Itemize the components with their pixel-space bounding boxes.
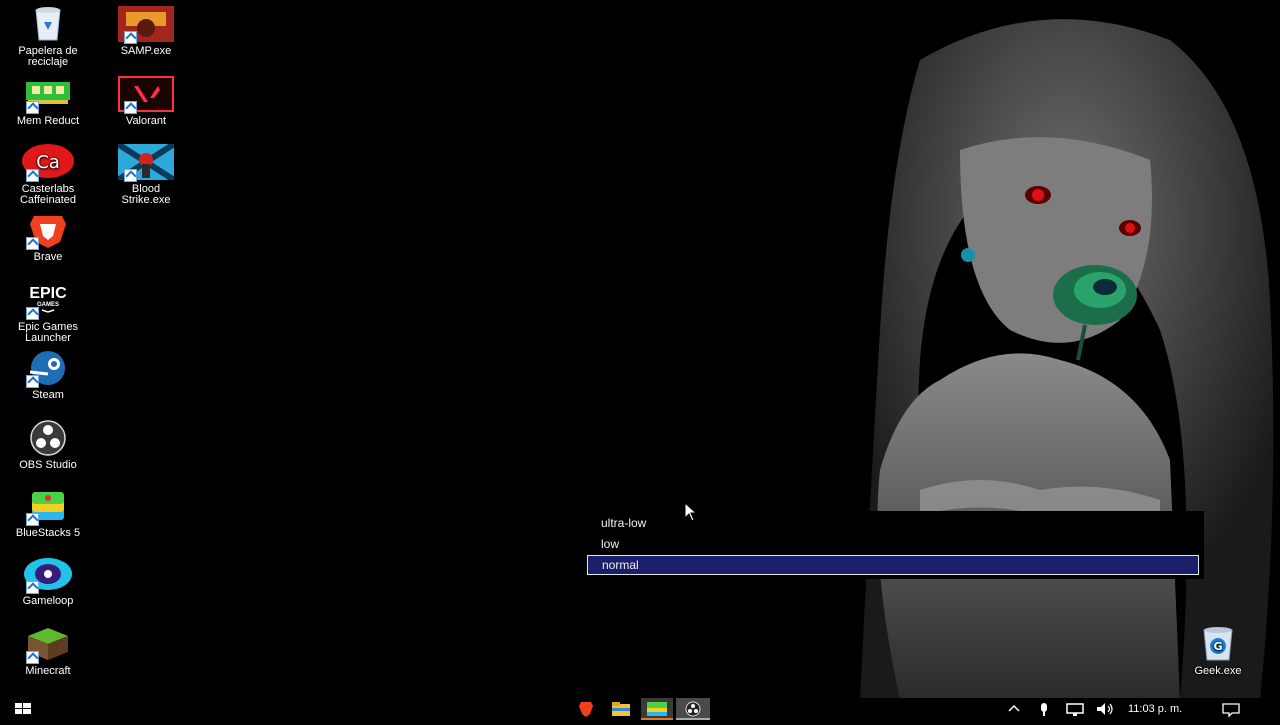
desktop-icon-recycle-bin[interactable]: Papelera de reciclaje <box>6 6 90 68</box>
shortcut-arrow-icon <box>26 307 39 320</box>
dropdown-option-low[interactable]: low <box>587 534 1199 554</box>
desktop-icon-mem-reduct[interactable]: Mem Reduct <box>6 76 90 127</box>
brave-icon <box>579 702 593 717</box>
desktop-icon-valorant[interactable]: Valorant <box>104 76 188 127</box>
desktop-icon-minecraft[interactable]: Minecraft <box>6 626 90 677</box>
desktop-wallpaper <box>0 0 1280 720</box>
svg-text:G: G <box>1213 640 1222 653</box>
icon-label: Gameloop <box>22 595 74 607</box>
tray-volume[interactable] <box>1094 698 1116 720</box>
icon-label: Minecraft <box>25 665 71 677</box>
icon-label: Geek.exe <box>1194 665 1242 677</box>
mem-reduct-icon <box>20 76 76 114</box>
dropdown-option-ultra-low[interactable]: ultra-low <box>587 513 1199 533</box>
minecraft-icon <box>20 626 76 664</box>
icon-label: Mem Reduct <box>16 115 80 127</box>
taskbar-clock[interactable]: 11:03 p. m. <box>1128 698 1182 720</box>
desktop-icon-obs[interactable]: OBS Studio <box>6 420 90 471</box>
recycle-bin-icon <box>20 6 76 42</box>
valorant-icon <box>118 76 174 114</box>
icon-label: BlueStacks 5 <box>15 527 81 539</box>
shortcut-arrow-icon <box>124 101 137 114</box>
bluestacks-icon <box>20 488 76 526</box>
icon-label: OBS Studio <box>19 459 77 471</box>
shortcut-arrow-icon <box>124 169 137 182</box>
chevron-up-icon <box>1008 704 1020 712</box>
windows-logo-icon <box>15 703 31 714</box>
shortcut-arrow-icon <box>26 651 39 664</box>
file-explorer-icon <box>612 702 630 716</box>
quality-dropdown-list[interactable]: ultra-low low normal <box>582 511 1204 579</box>
taskbar-obs[interactable] <box>676 698 710 720</box>
bluestacks-icon <box>641 702 673 720</box>
icon-label-line2: Caffeinated <box>19 194 77 206</box>
shortcut-arrow-icon <box>26 169 39 182</box>
blood-strike-icon <box>116 141 176 183</box>
desktop-icon-steam[interactable]: Steam <box>6 350 90 401</box>
gameloop-icon <box>20 556 76 594</box>
desktop-icon-samp[interactable]: SAMP.exe <box>104 6 188 57</box>
taskbar-file-explorer[interactable] <box>608 698 634 720</box>
obs-icon <box>20 420 76 456</box>
desktop-icon-geek[interactable]: G Geek.exe <box>1176 626 1260 677</box>
start-button[interactable] <box>10 698 36 720</box>
tray-network[interactable] <box>1064 698 1086 720</box>
icon-label: Steam <box>32 389 64 401</box>
desktop-icon-bluestacks[interactable]: BlueStacks 5 <box>6 488 90 539</box>
svg-text:Ca: Ca <box>36 152 60 173</box>
show-hidden-icons-button[interactable] <box>1006 698 1022 720</box>
taskbar-brave[interactable] <box>574 698 598 720</box>
speaker-icon <box>1097 703 1113 715</box>
tray-microphone[interactable] <box>1036 698 1052 720</box>
svg-text:GAMES: GAMES <box>37 302 59 308</box>
taskbar-bluestacks[interactable] <box>641 698 673 720</box>
shortcut-arrow-icon <box>124 31 137 44</box>
casterlabs-icon: Ca <box>20 144 76 182</box>
desktop-icon-epic-games[interactable]: EPIC GAMES Epic Games Launcher <box>6 282 90 344</box>
icon-label-line2: reciclaje <box>27 56 69 68</box>
icon-label-line2: Strike.exe <box>121 194 171 206</box>
mouse-cursor-icon <box>684 501 698 527</box>
icon-label-line2: Launcher <box>25 332 71 344</box>
shortcut-arrow-icon <box>26 513 39 526</box>
icon-label: SAMP.exe <box>120 45 172 57</box>
epic-games-icon: EPIC GAMES <box>20 282 76 320</box>
shortcut-arrow-icon <box>26 375 39 388</box>
desktop-icon-brave[interactable]: Brave <box>6 212 90 263</box>
obs-icon <box>676 701 710 720</box>
desktop-icon-casterlabs[interactable]: Ca Casterlabs Caffeinated <box>6 144 90 206</box>
shortcut-arrow-icon <box>26 237 39 250</box>
icon-label: Brave <box>33 251 63 263</box>
dropdown-option-normal[interactable]: normal <box>587 555 1199 575</box>
notification-icon <box>1222 703 1240 718</box>
shortcut-arrow-icon <box>26 101 39 114</box>
icon-label: Valorant <box>125 115 167 127</box>
desktop-icon-gameloop[interactable]: Gameloop <box>6 556 90 607</box>
steam-icon <box>20 350 76 388</box>
samp-icon <box>118 6 174 44</box>
svg-text:EPIC: EPIC <box>29 285 67 302</box>
brave-icon <box>20 212 76 250</box>
network-icon <box>1066 703 1084 716</box>
shortcut-arrow-icon <box>26 581 39 594</box>
desktop-icon-blood-strike[interactable]: Blood Strike.exe <box>104 141 188 206</box>
taskbar: 11:03 p. m. <box>0 698 1280 720</box>
action-center-button[interactable] <box>1220 698 1242 720</box>
microphone-icon <box>1041 703 1047 716</box>
geek-icon: G <box>1190 626 1246 662</box>
